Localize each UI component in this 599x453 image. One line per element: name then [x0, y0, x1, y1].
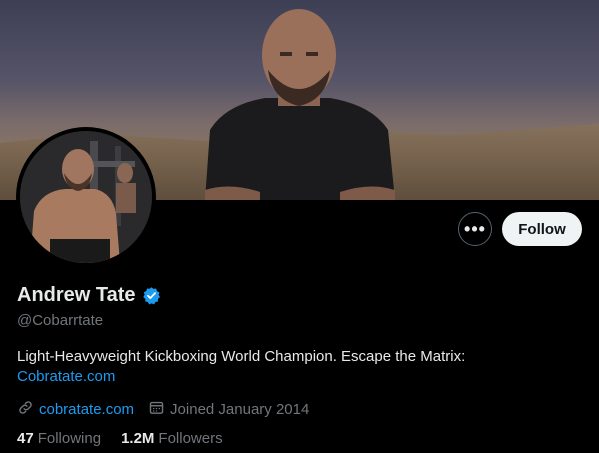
more-horizontal-icon: •••: [464, 218, 486, 239]
website-item[interactable]: cobratate.com: [17, 399, 134, 420]
user-handle: @Cobarrtate: [17, 312, 104, 329]
link-icon: [17, 399, 34, 420]
avatar-photo: [20, 131, 152, 263]
bio-text: Light-Heavyweight Kickboxing World Champ…: [17, 348, 466, 365]
name-row: Andrew Tate: [17, 284, 161, 307]
bio-link[interactable]: Cobratate.com: [17, 367, 577, 387]
calendar-icon: [148, 399, 165, 420]
website-link[interactable]: cobratate.com: [39, 401, 134, 418]
following-stat[interactable]: 47 Following: [17, 430, 101, 447]
profile-avatar[interactable]: [16, 127, 156, 267]
followers-stat[interactable]: 1.2M Followers: [121, 430, 223, 447]
following-count: 47: [17, 430, 34, 447]
profile-meta: cobratate.com Joined January 2014: [17, 399, 309, 420]
joined-date: Joined January 2014: [170, 401, 310, 418]
follow-button[interactable]: Follow: [502, 212, 582, 246]
profile-stats: 47 Following 1.2M Followers: [17, 430, 223, 447]
verified-badge-icon: [142, 286, 161, 305]
display-name: Andrew Tate: [17, 284, 136, 306]
profile-bio: Light-Heavyweight Kickboxing World Champ…: [17, 347, 577, 387]
joined-item: Joined January 2014: [148, 399, 309, 420]
following-label: Following: [37, 430, 102, 447]
followers-label: Followers: [158, 430, 223, 447]
followers-count: 1.2M: [121, 430, 155, 447]
more-options-button[interactable]: •••: [458, 212, 492, 246]
